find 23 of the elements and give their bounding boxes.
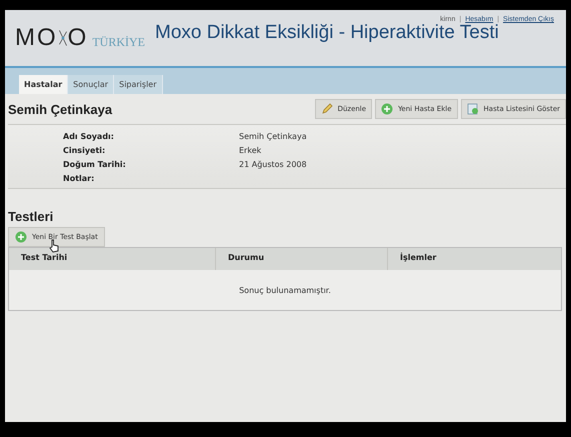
patient-name: Semih Çetinkaya — [8, 102, 112, 116]
field-value: Erkek — [239, 146, 262, 154]
plus-icon — [381, 103, 394, 115]
field-label: Doğum Tarihi: — [63, 160, 127, 168]
field-label: Notlar: — [63, 174, 96, 182]
empty-message: Sonuç bulunamamıştır. — [239, 286, 331, 294]
logo-text: O — [68, 24, 88, 52]
section-heading: Testleri — [8, 209, 54, 224]
field-label: Adı Soyadı: — [63, 132, 115, 140]
field-value: Semih Çetinkaya — [239, 132, 307, 140]
list-icon — [466, 103, 479, 115]
column-header: İşlemler — [399, 252, 438, 264]
tab[interactable]: Siparişler — [114, 75, 163, 94]
logo-subtitle: TÜRKİYE — [92, 34, 145, 50]
field-value: 21 Ağustos 2008 — [239, 160, 307, 168]
app-title: Moxo Dikkat Eksikliği - Hiperaktivite Testi — [155, 22, 499, 44]
field-label: Cinsiyeti: — [63, 146, 106, 154]
tab[interactable]: Sonuçlar — [68, 75, 114, 94]
tab[interactable]: Hastalar — [19, 75, 68, 94]
hand-cursor-icon — [48, 239, 60, 253]
plus-icon — [15, 231, 27, 243]
logo-text: MO — [15, 24, 58, 52]
pencil-icon — [320, 103, 333, 115]
